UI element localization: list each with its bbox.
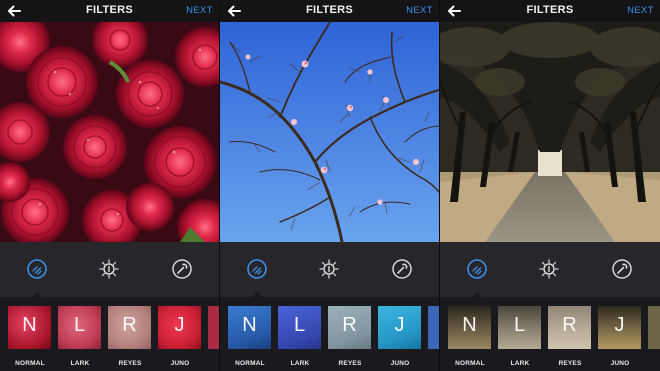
tool-bar bbox=[220, 242, 439, 297]
photo-preview bbox=[440, 22, 660, 242]
photo-preview bbox=[220, 22, 439, 242]
phone-panel-2: FILTERS NEXT N L R J NORMAL LARK REYES J… bbox=[220, 0, 439, 371]
filter-thumb-juno[interactable]: J bbox=[158, 306, 201, 349]
next-button[interactable]: NEXT bbox=[186, 5, 213, 16]
filter-thumb-reyes[interactable]: R bbox=[328, 306, 371, 349]
filter-label-normal: NORMAL bbox=[235, 360, 265, 367]
top-bar: FILTERS NEXT bbox=[0, 0, 219, 22]
lux-brightness-icon[interactable] bbox=[318, 258, 340, 280]
filter-thumb-partial[interactable] bbox=[428, 306, 439, 349]
filter-thumb-partial[interactable] bbox=[208, 306, 219, 349]
wrench-edit-icon[interactable] bbox=[391, 258, 413, 280]
filter-label-juno: JUNO bbox=[170, 360, 190, 367]
selected-indicator bbox=[252, 292, 262, 297]
filter-thumb-normal[interactable]: N bbox=[228, 306, 271, 349]
filter-strip: N L R J NORMAL LARK REYES JUNO bbox=[440, 292, 660, 371]
filter-strip: N L R J NORMAL LARK REYES JUNO bbox=[220, 292, 439, 371]
filter-label-lark: LARK bbox=[290, 360, 310, 367]
filter-thumb-juno[interactable]: J bbox=[598, 306, 641, 349]
selected-indicator bbox=[472, 292, 482, 297]
filter-icon[interactable] bbox=[26, 258, 48, 280]
next-button[interactable]: NEXT bbox=[627, 5, 654, 16]
phone-panel-1: FILTERS NEXT N L R J NORMAL LARK REYES J… bbox=[0, 0, 219, 371]
filter-label-normal: NORMAL bbox=[15, 360, 45, 367]
lux-brightness-icon[interactable] bbox=[538, 258, 560, 280]
filter-thumb-normal[interactable]: N bbox=[448, 306, 491, 349]
filter-label-reyes: REYES bbox=[338, 360, 362, 367]
filter-thumb-normal[interactable]: N bbox=[8, 306, 51, 349]
filter-label-lark: LARK bbox=[510, 360, 530, 367]
filter-label-reyes: REYES bbox=[558, 360, 582, 367]
filter-thumb-juno[interactable]: J bbox=[378, 306, 421, 349]
selected-indicator bbox=[32, 292, 42, 297]
filter-label-juno: JUNO bbox=[390, 360, 410, 367]
tool-bar bbox=[0, 242, 219, 297]
filter-thumb-lark[interactable]: L bbox=[58, 306, 101, 349]
filter-icon[interactable] bbox=[466, 258, 488, 280]
filter-label-juno: JUNO bbox=[610, 360, 630, 367]
filter-thumb-reyes[interactable]: R bbox=[108, 306, 151, 349]
filter-thumb-partial[interactable] bbox=[648, 306, 660, 349]
top-bar: FILTERS NEXT bbox=[440, 0, 660, 22]
filter-strip: N L R J NORMAL LARK REYES JUNO bbox=[0, 292, 219, 371]
filter-label-lark: LARK bbox=[70, 360, 90, 367]
filter-thumb-lark[interactable]: L bbox=[498, 306, 541, 349]
next-button[interactable]: NEXT bbox=[406, 5, 433, 16]
wrench-edit-icon[interactable] bbox=[611, 258, 633, 280]
phone-panel-3: FILTERS NEXT N L R J NORMAL LARK REYES J… bbox=[440, 0, 660, 371]
lux-brightness-icon[interactable] bbox=[98, 258, 120, 280]
tool-bar bbox=[440, 242, 660, 297]
filter-thumb-lark[interactable]: L bbox=[278, 306, 321, 349]
top-bar: FILTERS NEXT bbox=[220, 0, 439, 22]
filter-label-reyes: REYES bbox=[118, 360, 142, 367]
filter-icon[interactable] bbox=[246, 258, 268, 280]
filter-label-normal: NORMAL bbox=[455, 360, 485, 367]
filter-thumb-reyes[interactable]: R bbox=[548, 306, 591, 349]
wrench-edit-icon[interactable] bbox=[171, 258, 193, 280]
photo-preview bbox=[0, 22, 219, 242]
